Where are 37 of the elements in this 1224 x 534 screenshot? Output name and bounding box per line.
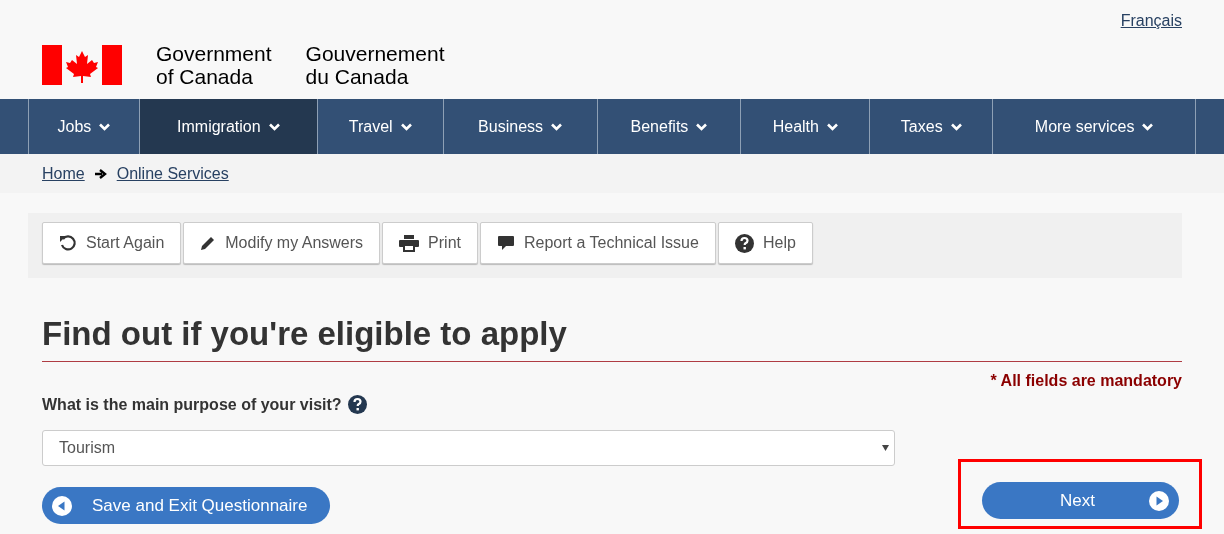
play-circle-icon (1149, 490, 1169, 511)
breadcrumb-link[interactable]: Home (42, 164, 85, 183)
toolbar-button[interactable]: Report a Technical Issue (480, 222, 716, 264)
government-name-english: Government of Canada (156, 42, 272, 88)
chevron-down-icon (950, 122, 962, 131)
mandatory-note: * All fields are mandatory (990, 372, 1182, 389)
chevron-down-icon (99, 122, 111, 131)
nav-menu-item[interactable]: Immigration (139, 99, 318, 154)
government-name-french: Gouvernement du Canada (305, 42, 445, 88)
chevron-down-icon (400, 122, 412, 131)
chevron-down-icon (1142, 122, 1154, 131)
toolbar-button[interactable]: Start Again (42, 222, 182, 264)
save-and-exit-button[interactable]: Save and Exit Questionnaire (42, 487, 330, 524)
dropdown-caret-icon (882, 445, 889, 451)
help-icon (734, 233, 754, 253)
toolbar-button[interactable]: Modify my Answers (183, 222, 381, 264)
pencil-icon (200, 235, 217, 251)
undo-icon (59, 234, 77, 252)
comment-icon (497, 235, 515, 251)
language-link[interactable]: Français (1120, 12, 1182, 30)
arrow-right-icon (94, 168, 107, 179)
chevron-down-icon (268, 122, 280, 131)
toolbar-button[interactable]: Print (382, 222, 478, 264)
purpose-dropdown[interactable]: Tourism (42, 430, 895, 466)
page-title: Find out if you're eligible to apply (42, 315, 1182, 362)
nav-menu-item[interactable]: More services (993, 99, 1195, 154)
chevron-down-icon (551, 122, 563, 131)
chevron-down-icon (826, 122, 838, 131)
breadcrumb-link[interactable]: Online Services (116, 164, 229, 183)
help-icon[interactable] (347, 395, 367, 414)
printer-icon (399, 234, 420, 252)
next-button[interactable]: Next (982, 482, 1179, 519)
toolbar-button[interactable]: Help (717, 222, 813, 264)
canada-flag-icon (42, 45, 122, 85)
chevron-down-icon (696, 122, 708, 131)
question-label: What is the main purpose of your visit? (42, 395, 342, 414)
back-circle-icon (52, 495, 72, 516)
